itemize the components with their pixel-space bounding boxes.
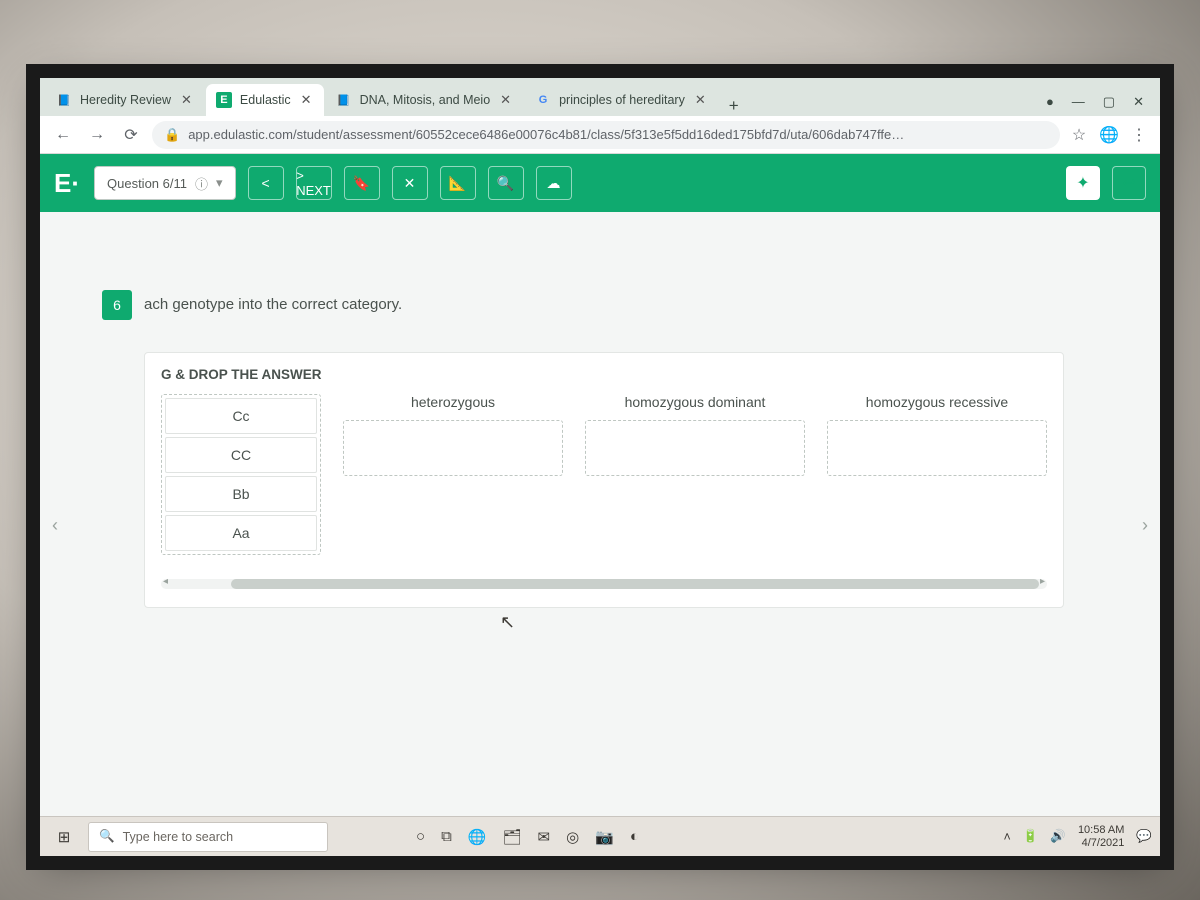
tray-chevron-icon[interactable]: ˄ [1003,830,1010,844]
new-tab-button[interactable]: + [720,96,748,116]
exit-button[interactable]: ↩ [1112,166,1146,200]
tab-label: Edulastic [240,93,291,107]
tab-heredity[interactable]: 📘 Heredity Review ✕ [46,84,204,116]
tab-label: principles of hereditary [559,93,685,107]
drag-drop-panel: G & DROP THE ANSWER Cc CC Bb Aa heterozy… [144,352,1064,608]
question-label: Question 6/11 [107,176,187,191]
close-icon[interactable]: ✕ [179,92,194,108]
search-icon: 🔍 [99,829,115,844]
source-item-list: Cc CC Bb Aa [161,394,321,555]
cortana-circle-icon[interactable]: ◐ [630,828,639,846]
scroll-thumb[interactable] [231,579,1039,589]
chrome-icon[interactable]: ◎ [566,828,579,846]
next-label: > NEXT [296,168,331,198]
drop-zone-homo-dominant[interactable] [585,420,805,476]
scroll-left-icon[interactable]: ◂ [163,576,168,587]
tab-edulastic[interactable]: E Edulastic ✕ [206,84,324,116]
tab-label: DNA, Mitosis, and Meio [360,93,491,107]
close-icon[interactable]: ✕ [299,92,314,108]
clock-date: 4/7/2021 [1078,837,1124,850]
lock-icon: 🔒 [164,127,180,143]
zoom-button[interactable]: 🔍 [488,166,524,200]
tab-label: Heredity Review [80,93,171,107]
question-content: ‹ › 6 ach genotype into the correct cate… [40,212,1160,816]
camera-icon[interactable]: 📷 [595,828,614,846]
mail-icon[interactable]: ✉ [538,828,551,846]
task-view-icon[interactable]: ⧉ [441,828,452,846]
question-number-badge: 6 [102,290,132,320]
tab-favicon: G [535,92,551,108]
draggable-item[interactable]: Bb [165,476,317,512]
draggable-item[interactable]: Cc [165,398,317,434]
edge-icon[interactable]: 🌐 [468,828,487,846]
drop-label-homo-dominant: homozygous dominant [585,394,805,410]
app-header: E· Question 6/11 ⓘ ▾ < > NEXT 🔖 ✕ 📐 🔍 ☁ … [40,154,1160,212]
browser-tab-bar: 📘 Heredity Review ✕ E Edulastic ✕ 📘 DNA,… [40,78,1160,116]
browser-toolbar: ← → ⟳ 🔒 app.edulastic.com/student/assess… [40,116,1160,154]
close-window-icon[interactable]: ✕ [1133,94,1144,110]
scroll-right-icon[interactable]: ▸ [1040,576,1045,587]
drop-zone-homo-recessive[interactable] [827,420,1047,476]
tab-favicon: 📘 [56,92,72,108]
close-icon[interactable]: ✕ [693,92,708,108]
search-placeholder: Type here to search [123,830,233,844]
back-button[interactable]: ← [50,126,76,144]
panel-title: G & DROP THE ANSWER [161,367,1047,382]
reload-button[interactable]: ⟳ [118,125,144,145]
forward-button[interactable]: → [84,126,110,144]
taskbar-search[interactable]: 🔍 Type here to search [88,822,328,852]
taskbar-clock[interactable]: 10:58 AM 4/7/2021 [1078,824,1124,849]
question-selector[interactable]: Question 6/11 ⓘ ▾ [94,166,236,200]
minimize-icon[interactable]: — [1072,94,1085,110]
cursor-icon: ↖ [500,612,515,633]
next-question-chevron[interactable]: › [1132,512,1158,538]
background-apps-icon[interactable]: ● [1046,94,1054,110]
chevron-down-icon: ▾ [216,175,223,191]
battery-icon[interactable]: 🔋 [1023,829,1039,844]
cloud-button[interactable]: ☁ [536,166,572,200]
tab-dna[interactable]: 📘 DNA, Mitosis, and Meio ✕ [326,84,524,116]
maximize-icon[interactable]: ▢ [1103,94,1115,110]
kebab-menu-icon[interactable]: ⋮ [1128,125,1150,145]
file-explorer-icon[interactable]: 🗂 [502,828,521,846]
notifications-icon[interactable]: 💬 [1136,829,1152,844]
prev-question-chevron[interactable]: ‹ [42,512,68,538]
info-icon: ⓘ [195,174,208,193]
draggable-item[interactable]: Aa [165,515,317,551]
start-button[interactable]: ⊞ [48,828,80,846]
prev-button[interactable]: < [248,166,284,200]
bookmark-star-icon[interactable]: ☆ [1068,125,1090,145]
calculator-button[interactable]: 📐 [440,166,476,200]
tab-favicon: 📘 [336,92,352,108]
volume-icon[interactable]: 🔊 [1050,829,1066,844]
cortana-icon[interactable]: ○ [416,828,425,846]
drop-zone-heterozygous[interactable] [343,420,563,476]
drop-label-homo-recessive: homozygous recessive [827,394,1047,410]
bookmark-button[interactable]: 🔖 [344,166,380,200]
clear-button[interactable]: ✕ [392,166,428,200]
clock-time: 10:58 AM [1078,824,1124,837]
draggable-item[interactable]: CC [165,437,317,473]
extension-icon[interactable]: 🌐 [1098,125,1120,145]
question-text: ach genotype into the correct category. [144,296,402,313]
close-icon[interactable]: ✕ [498,92,513,108]
drop-label-heterozygous: heterozygous [343,394,563,410]
prev-label: < [261,175,269,191]
edulastic-logo: E· [54,168,82,199]
address-bar[interactable]: 🔒 app.edulastic.com/student/assessment/6… [152,121,1060,149]
accessibility-button[interactable]: ✦ [1066,166,1100,200]
tab-principles[interactable]: G principles of hereditary ✕ [525,84,718,116]
tab-favicon: E [216,92,232,108]
next-button[interactable]: > NEXT [296,166,332,200]
url-text: app.edulastic.com/student/assessment/605… [188,127,904,142]
windows-taskbar: ⊞ 🔍 Type here to search ○ ⧉ 🌐 🗂 ✉ ◎ 📷 ◐ … [40,816,1160,856]
horizontal-scrollbar[interactable]: ◂ ▸ [161,579,1047,589]
